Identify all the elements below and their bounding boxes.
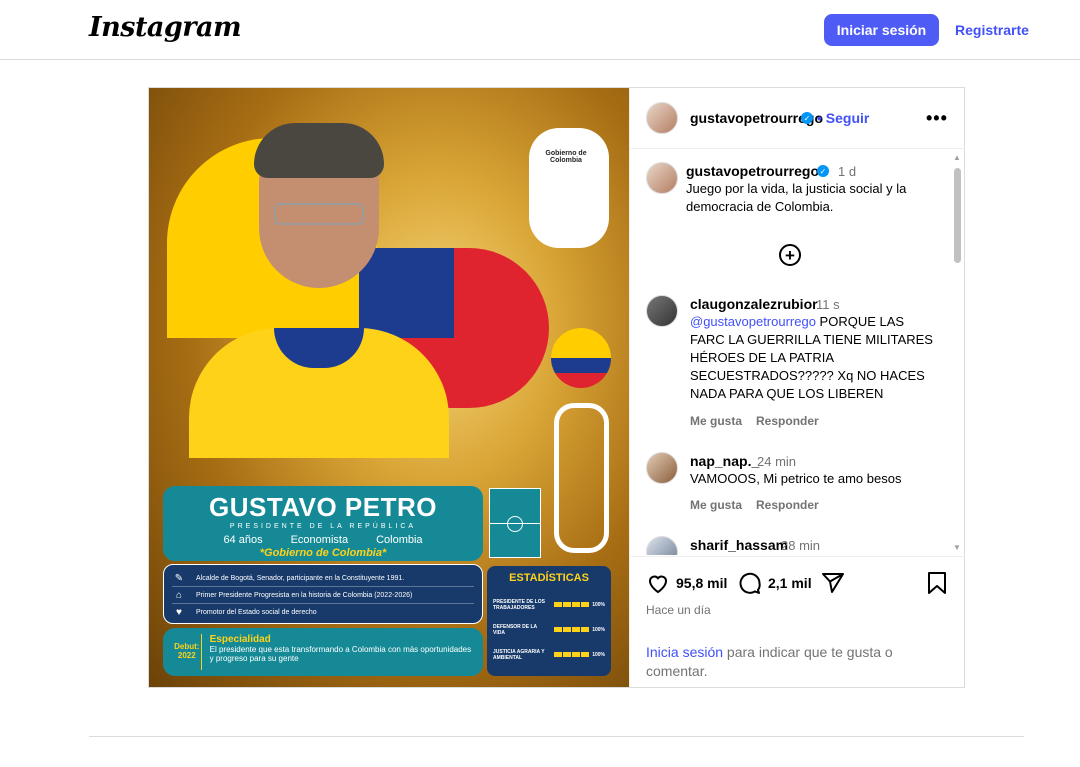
commenter-avatar[interactable]	[646, 295, 678, 327]
commenter-avatar[interactable]	[646, 452, 678, 484]
heart-small-icon: ♥	[176, 607, 182, 618]
caption-time[interactable]: 1 d	[838, 164, 856, 179]
portrait-hair	[254, 123, 384, 178]
login-prompt: Inicia sesión para indicar que te gusta …	[646, 644, 893, 679]
soccer-pitch-graphic	[489, 488, 541, 558]
stat-row: DEFENSOR DE LA VIDA 100%	[493, 623, 605, 636]
graphic-outline-shape	[554, 403, 609, 553]
card-role: PRESIDENTE DE LA REPÚBLICA	[229, 523, 417, 530]
stat-row: PRESIDENTE DE LOS TRABAJADORES 100%	[493, 598, 605, 611]
comment-like-button[interactable]: Me gusta	[690, 414, 742, 428]
caption-username[interactable]: gustavopetrourrego	[686, 163, 819, 179]
share-icon[interactable]	[821, 571, 845, 595]
comments-count[interactable]: 2,1 mil	[768, 575, 812, 591]
government-logo: Gobierno de Colombia	[545, 150, 587, 164]
bookmark-icon[interactable]	[926, 571, 948, 595]
post-date[interactable]: Hace un día	[646, 603, 711, 617]
save-action[interactable]	[926, 571, 948, 595]
post-header: gustavopetrourrego ✓ • Seguir •••	[630, 88, 965, 149]
comment-actions: Me gusta Responder	[690, 498, 819, 512]
graphic-number-26	[529, 128, 609, 248]
top-navbar: Instagram Iniciar sesión Registrarte	[0, 0, 1080, 60]
post-sidebar: gustavopetrourrego ✓ • Seguir ••• gustav…	[629, 88, 965, 687]
comment-action[interactable]: 2,1 mil	[738, 571, 812, 595]
comment-time[interactable]: 24 min	[757, 454, 796, 469]
heart-icon[interactable]	[646, 571, 670, 595]
building-icon: ⌂	[175, 589, 183, 601]
comment-text: VAMOOOS, Mi petrico te amo besos	[690, 471, 902, 486]
comment-username[interactable]: claugonzalezrubior	[690, 296, 818, 312]
login-prompt-link[interactable]: Inicia sesión	[646, 644, 723, 660]
card-gov-tag: *Gobierno de Colombia*	[259, 547, 387, 559]
comment-actions: Me gusta Responder	[690, 414, 819, 428]
comments-scrollbar[interactable]: ▲ ▼	[951, 150, 963, 555]
comment-username[interactable]: sharif_hassam	[690, 537, 788, 553]
colombia-flag-icon	[551, 328, 611, 388]
post-image[interactable]: Gobierno de Colombia GUSTAVO PETRO PRESI…	[149, 88, 629, 687]
commenter-avatar[interactable]	[646, 536, 678, 555]
scroll-up-icon[interactable]: ▲	[953, 153, 961, 162]
comment-time[interactable]: 11 s	[816, 297, 840, 312]
comment-icon[interactable]	[738, 571, 762, 595]
portrait-figure	[189, 123, 449, 458]
more-icon[interactable]: •••	[926, 108, 948, 129]
card-age: 64 años	[223, 534, 263, 546]
post-card: Gobierno de Colombia GUSTAVO PETRO PRESI…	[148, 87, 965, 688]
comment-mention[interactable]: @gustavopetrourrego	[690, 314, 816, 329]
stats-title: ESTADÍSTICAS	[509, 572, 589, 584]
login-button[interactable]: Iniciar sesión	[824, 14, 939, 46]
like-action[interactable]: 95,8 mil	[646, 571, 727, 595]
comment-username[interactable]: nap_nap._	[690, 453, 759, 469]
verified-icon: ✓	[817, 165, 829, 177]
stat-row: JUSTICIA AGRARIA Y AMBIENTAL 100%	[493, 648, 605, 661]
portrait-glasses	[274, 203, 364, 225]
author-avatar[interactable]	[646, 102, 678, 134]
plus-circle-icon[interactable]: +	[779, 244, 801, 266]
card-facts: 64 años Economista Colombia	[163, 534, 483, 546]
card-profession: Economista	[290, 534, 349, 546]
comment-reply-button[interactable]: Responder	[756, 498, 819, 512]
bio-bullets: ✎ Alcalde de Bogotá, Senador, participant…	[163, 564, 483, 624]
signup-link[interactable]: Registrarte	[955, 22, 1029, 38]
bio-bullet: ⌂ Primer Presidente Progresista en la his…	[172, 587, 474, 604]
caption-text: Juego por la vida, la justicia social y …	[686, 181, 907, 214]
card-name: GUSTAVO PETRO	[209, 492, 437, 522]
card-country: Colombia	[376, 534, 423, 546]
follow-button[interactable]: • Seguir	[817, 110, 869, 126]
pencil-icon: ✎	[174, 572, 184, 584]
post-actions: 95,8 mil 2,1 mil Hace un día Inicia sesi…	[630, 556, 965, 686]
bio-bullet: ✎ Alcalde de Bogotá, Senador, participant…	[172, 570, 474, 587]
debut-box: Debut: 2022	[173, 634, 202, 670]
comment-text: @gustavopetrourrego PORQUE LAS FARC LA G…	[690, 314, 933, 401]
verified-icon: ✓	[801, 112, 813, 124]
footer-divider	[89, 736, 1024, 737]
comment-like-button[interactable]: Me gusta	[690, 498, 742, 512]
scroll-down-icon[interactable]: ▼	[953, 543, 961, 552]
bio-bullet: ♥ Promotor del Estado social de derecho	[172, 604, 474, 621]
likes-count[interactable]: 95,8 mil	[676, 575, 727, 591]
share-action[interactable]	[821, 571, 845, 595]
specialty-card: Debut: 2022 Especialidad El presidente q…	[163, 628, 483, 676]
scrollbar-thumb[interactable]	[954, 168, 961, 263]
specialty-box: Especialidad El presidente que esta tran…	[209, 634, 472, 663]
name-card: GUSTAVO PETRO PRESIDENTE DE LA REPÚBLICA…	[163, 486, 483, 561]
instagram-logo[interactable]: Instagram	[89, 12, 242, 43]
comment-time[interactable]: 28 min	[781, 538, 820, 553]
stats-card: ESTADÍSTICAS PRESIDENTE DE LOS TRABAJADO…	[487, 566, 611, 676]
comments-list[interactable]: gustavopetrourrego ✓ 1 d Juego por la vi…	[630, 150, 965, 555]
comment-reply-button[interactable]: Responder	[756, 414, 819, 428]
author-avatar[interactable]	[646, 162, 678, 194]
